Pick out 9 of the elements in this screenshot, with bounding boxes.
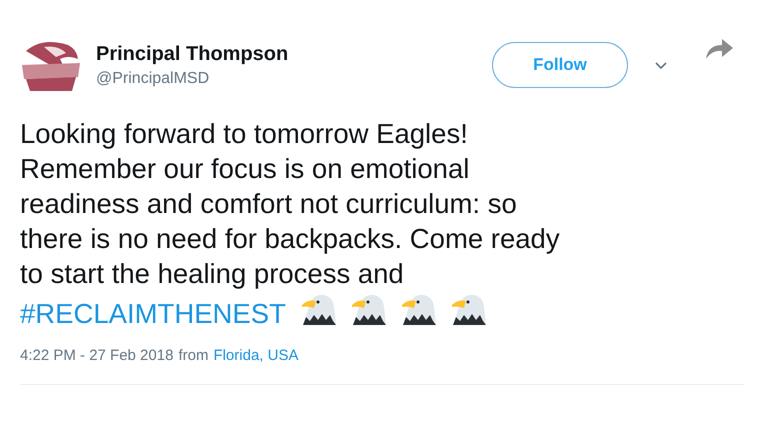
author-name[interactable]: Principal Thompson	[96, 42, 492, 66]
hashtag-link[interactable]: #RECLAIMTHENEST	[20, 298, 286, 329]
location-link[interactable]: Florida, USA	[213, 347, 298, 364]
author-handle[interactable]: @PrincipalMSD	[96, 70, 492, 88]
follow-button[interactable]: Follow	[492, 42, 628, 88]
chevron-down-icon[interactable]	[654, 60, 668, 70]
tweet-text: Looking forward to tomorrow Eagles! Remember our focus is on emotional readiness and comfort not curriculum: so there is no need for backpacks. Come ready to start the healing process and #RECLAIMTHENEST	[20, 117, 561, 331]
from-label: from	[178, 347, 208, 364]
tweet-timestamp: 4:22 PM - 27 Feb 2018	[20, 347, 174, 364]
